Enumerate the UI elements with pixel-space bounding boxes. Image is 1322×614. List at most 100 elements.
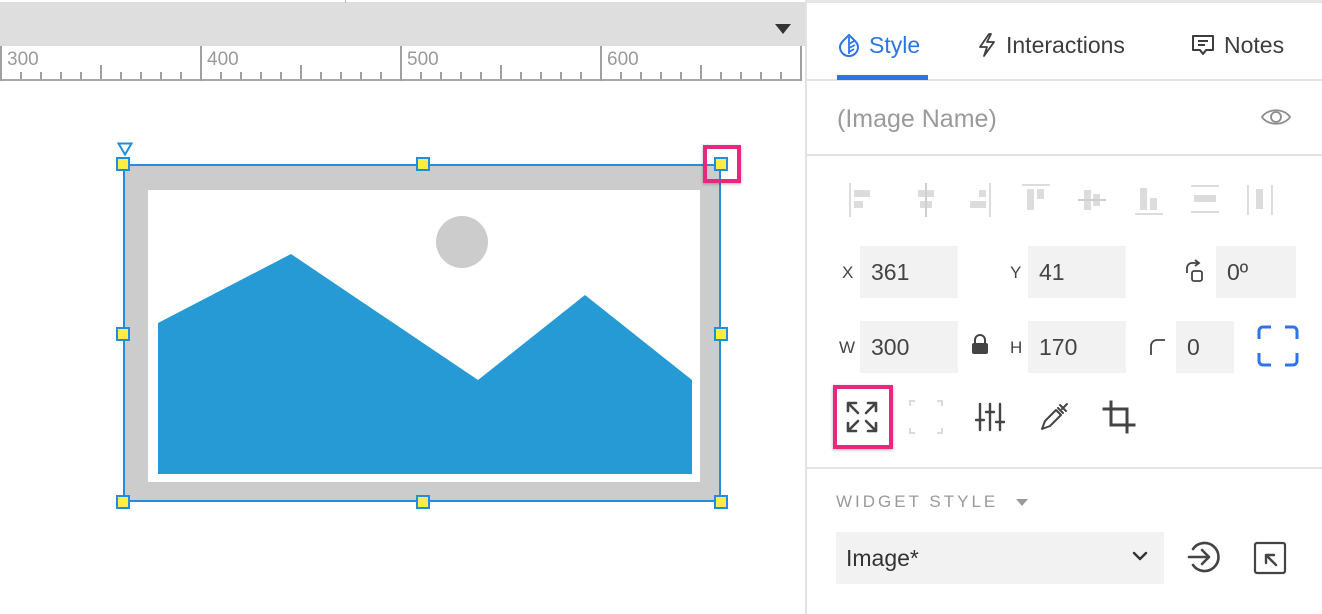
corner-radius-icon: [1150, 339, 1165, 355]
lock-aspect-icon[interactable]: [970, 333, 990, 355]
height-input[interactable]: [1028, 321, 1126, 373]
ruler-mid-tick: [300, 65, 302, 79]
align-bottom-icon[interactable]: [1134, 183, 1164, 217]
align-center-icon[interactable]: [911, 183, 941, 217]
resize-handle-middle-right[interactable]: [714, 327, 728, 341]
align-middle-icon[interactable]: [1077, 183, 1107, 217]
canvas-top-bar: [0, 0, 805, 46]
page-dropdown-icon[interactable]: [775, 24, 791, 34]
ruler-mid-tick: [500, 65, 502, 79]
resize-handle-bottom-right[interactable]: [714, 495, 728, 509]
align-left-icon[interactable]: [847, 183, 877, 217]
inspector-tabs: Style Interactions Notes: [807, 3, 1322, 81]
tab-style-label: Style: [869, 31, 921, 58]
distribute-horizontal-icon[interactable]: [1245, 183, 1275, 217]
image-placeholder-graphic: [158, 216, 692, 474]
w-label: W: [839, 338, 856, 357]
fit-image-button[interactable]: [840, 395, 884, 439]
tab-notes[interactable]: Notes: [1190, 29, 1284, 61]
highlight-annotation-handle: [703, 145, 741, 183]
ruler-mid-tick: [700, 65, 702, 79]
corner-marker-icon[interactable]: [117, 142, 133, 156]
ruler-minor-tick: [320, 72, 322, 79]
resize-handle-middle-left[interactable]: [116, 327, 130, 341]
slice-button[interactable]: [904, 395, 948, 439]
ruler-label: 300: [7, 49, 39, 70]
active-tab-indicator: [837, 75, 928, 80]
pen-edit-icon: [1041, 403, 1068, 430]
detach-style-icon[interactable]: [1253, 541, 1287, 575]
individual-corners-icon[interactable]: [1257, 325, 1299, 367]
sun-shape: [436, 216, 488, 268]
note-icon: [1192, 35, 1214, 55]
resize-handle-bottom-center[interactable]: [416, 495, 430, 509]
ruler-minor-tick: [560, 72, 562, 79]
ruler-minor-tick: [540, 72, 542, 79]
ruler-minor-tick: [160, 72, 162, 79]
apply-style-icon[interactable]: [1187, 539, 1221, 575]
ruler-minor-tick: [460, 72, 462, 79]
image-frame: [123, 164, 721, 502]
corner-radius-input[interactable]: [1176, 321, 1234, 373]
ruler-minor-tick: [140, 72, 142, 79]
widget-style-select[interactable]: Image*: [836, 532, 1164, 584]
lightning-icon: [979, 33, 995, 57]
ruler-minor-tick: [740, 72, 742, 79]
chevron-down-icon: [1132, 551, 1148, 561]
ruler-minor-tick: [180, 72, 182, 79]
alignment-toolbar: [847, 183, 1273, 217]
top-tick: [345, 0, 346, 3]
widget-style-value: Image*: [846, 545, 919, 571]
resize-handle-top-center[interactable]: [416, 157, 430, 171]
tab-style[interactable]: Style: [837, 29, 920, 61]
ruler-minor-tick: [280, 72, 282, 79]
tab-interactions-label: Interactions: [1006, 31, 1125, 58]
canvas-area[interactable]: 300 400 500 600: [0, 0, 805, 614]
eye-icon[interactable]: [1260, 106, 1292, 128]
adjust-button[interactable]: [968, 395, 1012, 439]
x-input[interactable]: [860, 246, 958, 298]
ruler-minor-tick: [780, 72, 782, 79]
app-window: 300 400 500 600 Style Interactions Notes…: [0, 0, 1322, 614]
ruler-minor-tick: [220, 72, 222, 79]
ruler-minor-tick: [580, 72, 582, 79]
align-right-icon[interactable]: [965, 183, 995, 217]
horizontal-ruler: 300 400 500 600: [0, 46, 802, 81]
widget-style-section: WIDGET STYLE Image*: [807, 467, 1322, 614]
widget-style-label: WIDGET STYLE: [836, 492, 999, 511]
style-leaf-icon: [838, 33, 860, 57]
ruler-minor-tick: [260, 72, 262, 79]
crop-icon: [1102, 400, 1136, 434]
widget-name-input[interactable]: [837, 101, 1237, 137]
x-label: X: [842, 263, 854, 282]
ruler-minor-tick: [680, 72, 682, 79]
ruler-minor-tick: [60, 72, 62, 79]
tab-interactions[interactable]: Interactions: [976, 29, 1125, 61]
ruler-minor-tick: [660, 72, 662, 79]
resize-handle-bottom-left[interactable]: [116, 495, 130, 509]
image-widget[interactable]: [123, 164, 721, 502]
edit-image-button[interactable]: [1032, 395, 1076, 439]
inspector-panel: Style Interactions Notes (Image Name) X …: [807, 0, 1322, 614]
distribute-vertical-icon[interactable]: [1190, 183, 1220, 217]
resize-handle-top-left[interactable]: [116, 157, 130, 171]
ruler-label: 400: [207, 49, 239, 70]
ruler-minor-tick: [380, 72, 382, 79]
caret-down-icon: [1016, 499, 1028, 507]
sliders-icon: [975, 402, 1005, 432]
ruler-major-tick: [400, 46, 402, 81]
rotation-icon: [1186, 259, 1203, 282]
width-input[interactable]: [860, 321, 958, 373]
ruler-major-tick: [0, 46, 2, 81]
ruler-minor-tick: [120, 72, 122, 79]
mountain-shape: [158, 254, 692, 474]
ruler-end-tick: [800, 46, 802, 81]
align-top-icon[interactable]: [1021, 183, 1051, 217]
y-input[interactable]: [1028, 246, 1126, 298]
ruler-minor-tick: [420, 72, 422, 79]
ruler-minor-tick: [240, 72, 242, 79]
ruler-minor-tick: [480, 72, 482, 79]
rotation-input[interactable]: [1216, 246, 1296, 298]
widget-style-header[interactable]: WIDGET STYLE: [836, 492, 1028, 512]
crop-button[interactable]: [1097, 395, 1141, 439]
